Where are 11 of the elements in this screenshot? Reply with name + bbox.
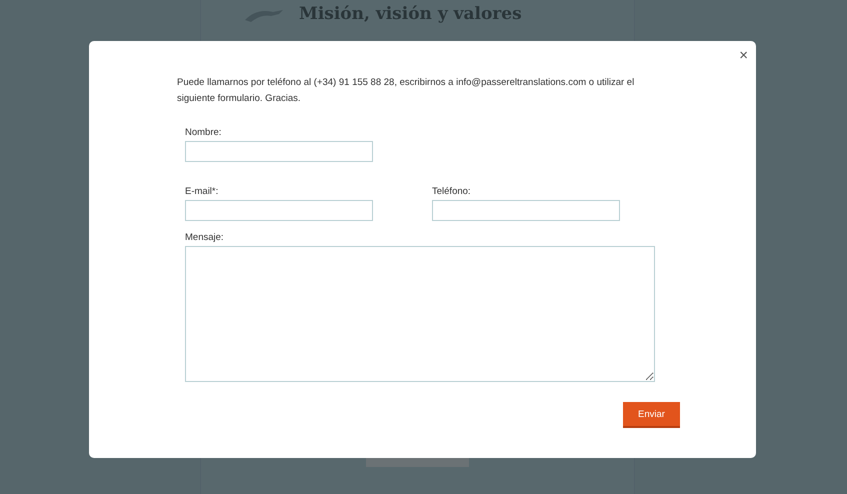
- intro-text: Puede llamarnos por teléfono al (+34) 91 155 88 28, escribirnos a info@passereltranslations.com o utilizar el siguiente formulario. Gracias.: [177, 76, 636, 106]
- close-button[interactable]: ×: [739, 47, 748, 64]
- field-label: Nombre:: [185, 127, 222, 138]
- message-field[interactable]: [185, 246, 655, 382]
- input-field[interactable]: [432, 200, 620, 221]
- field-label: Teléfono:: [432, 186, 472, 197]
- input-field[interactable]: [185, 141, 373, 162]
- field-label: Mensaje:: [185, 232, 225, 243]
- input-field[interactable]: [185, 200, 373, 221]
- field-label: E-mail*:: [185, 186, 220, 197]
- send-button[interactable]: Enviar: [623, 402, 680, 428]
